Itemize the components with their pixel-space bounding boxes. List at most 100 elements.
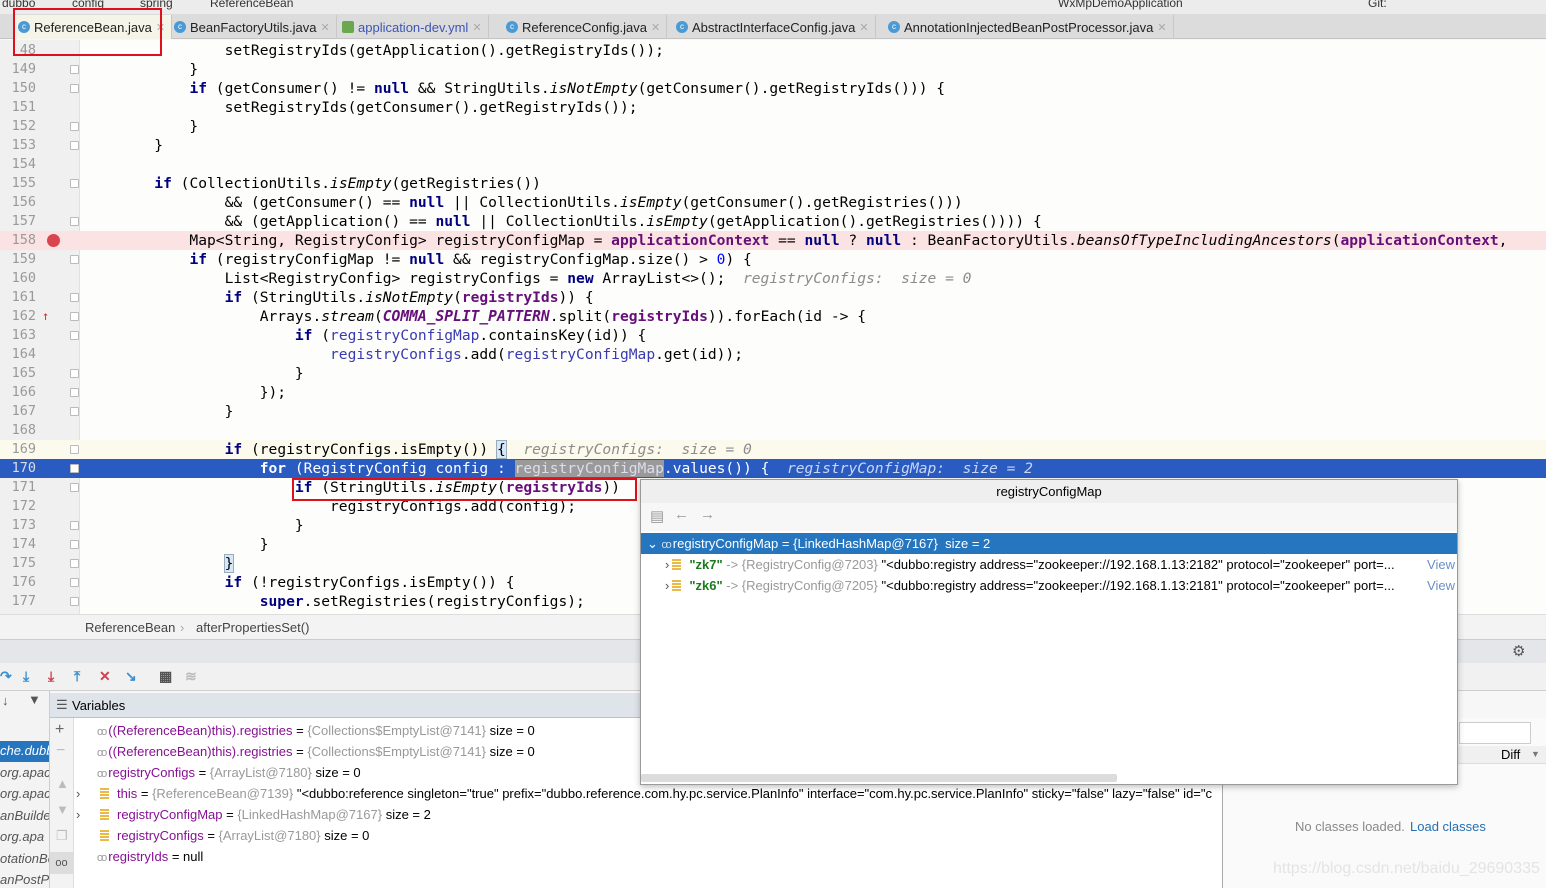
chevron-right-icon[interactable]: › bbox=[76, 783, 80, 804]
fold-marker-icon[interactable] bbox=[70, 255, 79, 264]
fold-marker-icon[interactable] bbox=[70, 559, 79, 568]
close-icon[interactable]: ✕ bbox=[651, 21, 660, 34]
fold-marker-icon[interactable] bbox=[70, 293, 79, 302]
code-line[interactable]: 163 if (registryConfigMap.containsKey(id… bbox=[0, 326, 1546, 345]
drop-frame-icon[interactable]: ✕ bbox=[99, 668, 111, 685]
fold-marker-icon[interactable] bbox=[70, 217, 79, 226]
copy-icon[interactable]: ❐ bbox=[56, 828, 68, 844]
trace-icon[interactable]: ≋ bbox=[185, 668, 197, 685]
code-line[interactable]: 168 bbox=[0, 421, 1546, 440]
code-line[interactable]: 164 registryConfigs.add(registryConfigMa… bbox=[0, 345, 1546, 364]
stack-frame[interactable]: org.apa bbox=[0, 827, 49, 848]
move-up-icon[interactable]: ▲ bbox=[56, 776, 69, 791]
chevron-down-icon[interactable]: ⌄ bbox=[647, 536, 658, 551]
close-icon[interactable]: ✕ bbox=[859, 21, 868, 34]
code-line[interactable]: 155 if (CollectionUtils.isEmpty(getRegis… bbox=[0, 174, 1546, 193]
class-search-input[interactable] bbox=[1459, 722, 1531, 744]
code-line[interactable]: 156 && (getConsumer() == null || Collect… bbox=[0, 193, 1546, 212]
step-out-icon[interactable]: ⤒ bbox=[74, 668, 80, 685]
code-line[interactable]: 154 bbox=[0, 155, 1546, 174]
nav-crumb[interactable]: ReferenceBean bbox=[210, 0, 293, 10]
breakpoint-icon[interactable] bbox=[47, 234, 60, 247]
fold-marker-icon[interactable] bbox=[70, 483, 79, 492]
fold-marker-icon[interactable] bbox=[70, 540, 79, 549]
popup-root-row[interactable]: ⌄ oo registryConfigMap = {LinkedHashMap@7… bbox=[641, 533, 1457, 554]
tab-beanfactoryutils-java[interactable]: c BeanFactoryUtils.java ✕ bbox=[170, 15, 337, 39]
code-line[interactable]: 165 } bbox=[0, 364, 1546, 383]
fold-marker-icon[interactable] bbox=[70, 312, 79, 321]
code-line[interactable]: 153 } bbox=[0, 136, 1546, 155]
fold-marker-icon[interactable] bbox=[70, 388, 79, 397]
arrow-down-icon[interactable]: ↓ bbox=[2, 693, 9, 708]
menu-icon[interactable]: ☰ bbox=[56, 697, 68, 713]
step-into-icon[interactable]: ⤓ bbox=[23, 668, 29, 685]
add-watch-icon[interactable]: + bbox=[55, 721, 64, 739]
tab-referenceconfig-java[interactable]: c ReferenceConfig.java ✕ bbox=[502, 15, 668, 39]
variable-row[interactable]: oo registryIds = null bbox=[74, 846, 1222, 867]
fold-marker-icon[interactable] bbox=[70, 407, 79, 416]
chevron-right-icon[interactable]: › bbox=[76, 804, 80, 825]
fold-marker-icon[interactable] bbox=[70, 597, 79, 606]
lambda-breakpoint-icon[interactable]: ↑ bbox=[42, 307, 49, 326]
fold-marker-icon[interactable] bbox=[70, 521, 79, 530]
diff-column-header[interactable]: Diff bbox=[1501, 747, 1520, 762]
fold-marker-icon[interactable] bbox=[70, 179, 79, 188]
force-step-into-icon[interactable]: ⤓ bbox=[48, 668, 54, 685]
map-entry-row[interactable]: › "zk6" -> {RegistryConfig@7205} "<dubbo:… bbox=[641, 575, 1457, 596]
close-icon[interactable]: ✕ bbox=[320, 21, 329, 34]
variable-inspector-popup[interactable]: registryConfigMap ▤ ← → ⌄ oo registryConf… bbox=[640, 479, 1458, 785]
fold-marker-icon[interactable] bbox=[70, 84, 79, 93]
variable-row[interactable]: › this = {ReferenceBean@7139} "<dubbo:ref… bbox=[74, 783, 1222, 804]
crumb-class[interactable]: ReferenceBean bbox=[85, 620, 175, 635]
close-icon[interactable]: ✕ bbox=[472, 21, 481, 34]
navigate-icon[interactable]: ▤ bbox=[650, 507, 664, 525]
code-line[interactable]: 166 }); bbox=[0, 383, 1546, 402]
horizontal-scrollbar[interactable] bbox=[641, 774, 1117, 782]
tab-annotationinjectedbeanpostprocessor-java[interactable]: c AnnotationInjectedBeanPostProcessor.jav… bbox=[884, 15, 1174, 39]
code-line[interactable]: 152 } bbox=[0, 117, 1546, 136]
map-entry-row[interactable]: › "zk7" -> {RegistryConfig@7203} "<dubbo:… bbox=[641, 554, 1457, 575]
code-line[interactable]: 161 if (StringUtils.isNotEmpty(registryI… bbox=[0, 288, 1546, 307]
chevron-down-icon[interactable]: ▼ bbox=[1531, 749, 1540, 759]
fold-marker-icon[interactable] bbox=[70, 578, 79, 587]
close-icon[interactable]: ✕ bbox=[1157, 21, 1166, 34]
tab-abstractinterfaceconfig-java[interactable]: c AbstractInterfaceConfig.java ✕ bbox=[672, 15, 876, 39]
code-line[interactable]: 169 if (registryConfigs.isEmpty()) { reg… bbox=[0, 440, 1546, 459]
code-line[interactable]: 149 } bbox=[0, 60, 1546, 79]
code-line[interactable]: 151 setRegistryIds(getConsumer().getRegi… bbox=[0, 98, 1546, 117]
forward-arrow-icon[interactable]: → bbox=[700, 506, 715, 523]
code-line[interactable]: 48 setRegistryIds(getApplication().getRe… bbox=[0, 41, 1546, 60]
run-config-select[interactable]: WxMpDemoApplication bbox=[1058, 0, 1183, 10]
step-over-icon[interactable]: ↷ bbox=[0, 668, 12, 685]
filter-icon[interactable]: ▼ bbox=[28, 692, 41, 707]
stack-frame[interactable]: org.apac bbox=[0, 763, 49, 784]
crumb-method[interactable]: afterPropertiesSet() bbox=[196, 620, 309, 635]
variable-row[interactable]: › registryConfigMap = {LinkedHashMap@7167… bbox=[74, 804, 1222, 825]
code-line[interactable]: 158 Map<String, RegistryConfig> registry… bbox=[0, 231, 1546, 250]
move-down-icon[interactable]: ▼ bbox=[56, 802, 69, 817]
load-classes-link[interactable]: Load classes bbox=[1410, 819, 1486, 834]
tab-application-dev-yml[interactable]: application-dev.yml ✕ bbox=[338, 15, 489, 39]
stack-frame[interactable]: org.apach bbox=[0, 784, 49, 805]
stack-frame[interactable]: anBuilde bbox=[0, 806, 49, 827]
code-line[interactable]: 162 ↑ Arrays.stream(COMMA_SPLIT_PATTERN.s… bbox=[0, 307, 1546, 326]
evaluate-expression-icon[interactable]: ▦ bbox=[159, 668, 172, 685]
run-to-cursor-icon[interactable]: ↘ bbox=[125, 668, 137, 685]
fold-marker-icon[interactable] bbox=[70, 331, 79, 340]
chevron-right-icon[interactable]: › bbox=[665, 578, 669, 593]
fold-marker-icon[interactable] bbox=[70, 141, 79, 150]
code-line[interactable]: 159 if (registryConfigMap != null && reg… bbox=[0, 250, 1546, 269]
stack-frame[interactable]: che.dubb bbox=[0, 741, 49, 762]
fold-marker-icon[interactable] bbox=[70, 369, 79, 378]
remove-watch-icon[interactable]: − bbox=[56, 742, 65, 760]
fold-marker-icon[interactable] bbox=[70, 65, 79, 74]
back-arrow-icon[interactable]: ← bbox=[674, 506, 689, 523]
fold-marker-icon[interactable] bbox=[70, 445, 79, 454]
code-line[interactable]: 160 List<RegistryConfig> registryConfigs… bbox=[0, 269, 1546, 288]
variable-row[interactable]: registryConfigs = {ArrayList@7180} size … bbox=[74, 825, 1222, 846]
stack-frame[interactable]: anPostPr bbox=[0, 870, 49, 888]
chevron-right-icon[interactable]: › bbox=[665, 557, 669, 572]
gear-icon[interactable]: ⚙ bbox=[1512, 642, 1525, 660]
code-line[interactable]: 150 if (getConsumer() != null && StringU… bbox=[0, 79, 1546, 98]
code-line[interactable]: 157 && (getApplication() == null || Coll… bbox=[0, 212, 1546, 231]
